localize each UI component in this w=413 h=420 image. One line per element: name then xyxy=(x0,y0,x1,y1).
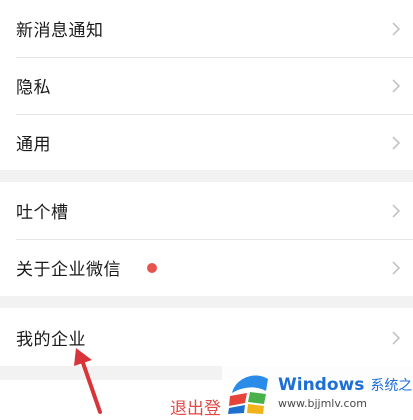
chevron-right-icon xyxy=(392,21,401,36)
settings-group-feedback: 吐个槽 关于企业微信 xyxy=(0,182,413,296)
row-label: 新消息通知 xyxy=(16,21,104,41)
chevron-right-icon xyxy=(392,135,401,150)
watermark: Windows 系统之家 www.bjjmlv.com xyxy=(222,364,413,420)
chevron-right-icon xyxy=(392,260,401,275)
row-label: 关于企业微信 xyxy=(16,260,121,280)
annotation-arrow-icon xyxy=(74,348,102,414)
row-label: 通用 xyxy=(16,135,51,155)
chevron-right-icon xyxy=(392,330,401,345)
chevron-right-icon xyxy=(392,78,401,93)
logout-button[interactable]: 退出登 xyxy=(170,394,221,419)
watermark-brand: Windows xyxy=(278,374,365,395)
settings-group-enterprise: 我的企业 xyxy=(0,308,413,366)
row-label: 隐私 xyxy=(16,78,51,98)
watermark-text: Windows 系统之家 www.bjjmlv.com xyxy=(278,375,413,410)
row-about-wecom[interactable]: 关于企业微信 xyxy=(0,239,413,296)
row-new-message-notification[interactable]: 新消息通知 xyxy=(0,0,413,57)
settings-group-general: 新消息通知 隐私 通用 xyxy=(0,0,413,170)
watermark-url: www.bjjmlv.com xyxy=(278,396,367,410)
red-dot-badge xyxy=(147,262,157,273)
windows-logo-icon xyxy=(228,375,268,414)
row-label: 吐个槽 xyxy=(16,203,69,223)
row-feedback[interactable]: 吐个槽 xyxy=(0,182,413,239)
row-general[interactable]: 通用 xyxy=(0,114,413,171)
watermark-cn: 系统之家 xyxy=(370,377,413,394)
watermark-title: Windows 系统之家 xyxy=(278,375,413,395)
row-privacy[interactable]: 隐私 xyxy=(0,57,413,114)
settings-page: 新消息通知 隐私 通用 吐个槽 关于企业微信 我的企业 退出登 Windows … xyxy=(0,0,413,420)
chevron-right-icon xyxy=(392,203,401,218)
row-my-enterprise[interactable]: 我的企业 xyxy=(0,309,413,366)
